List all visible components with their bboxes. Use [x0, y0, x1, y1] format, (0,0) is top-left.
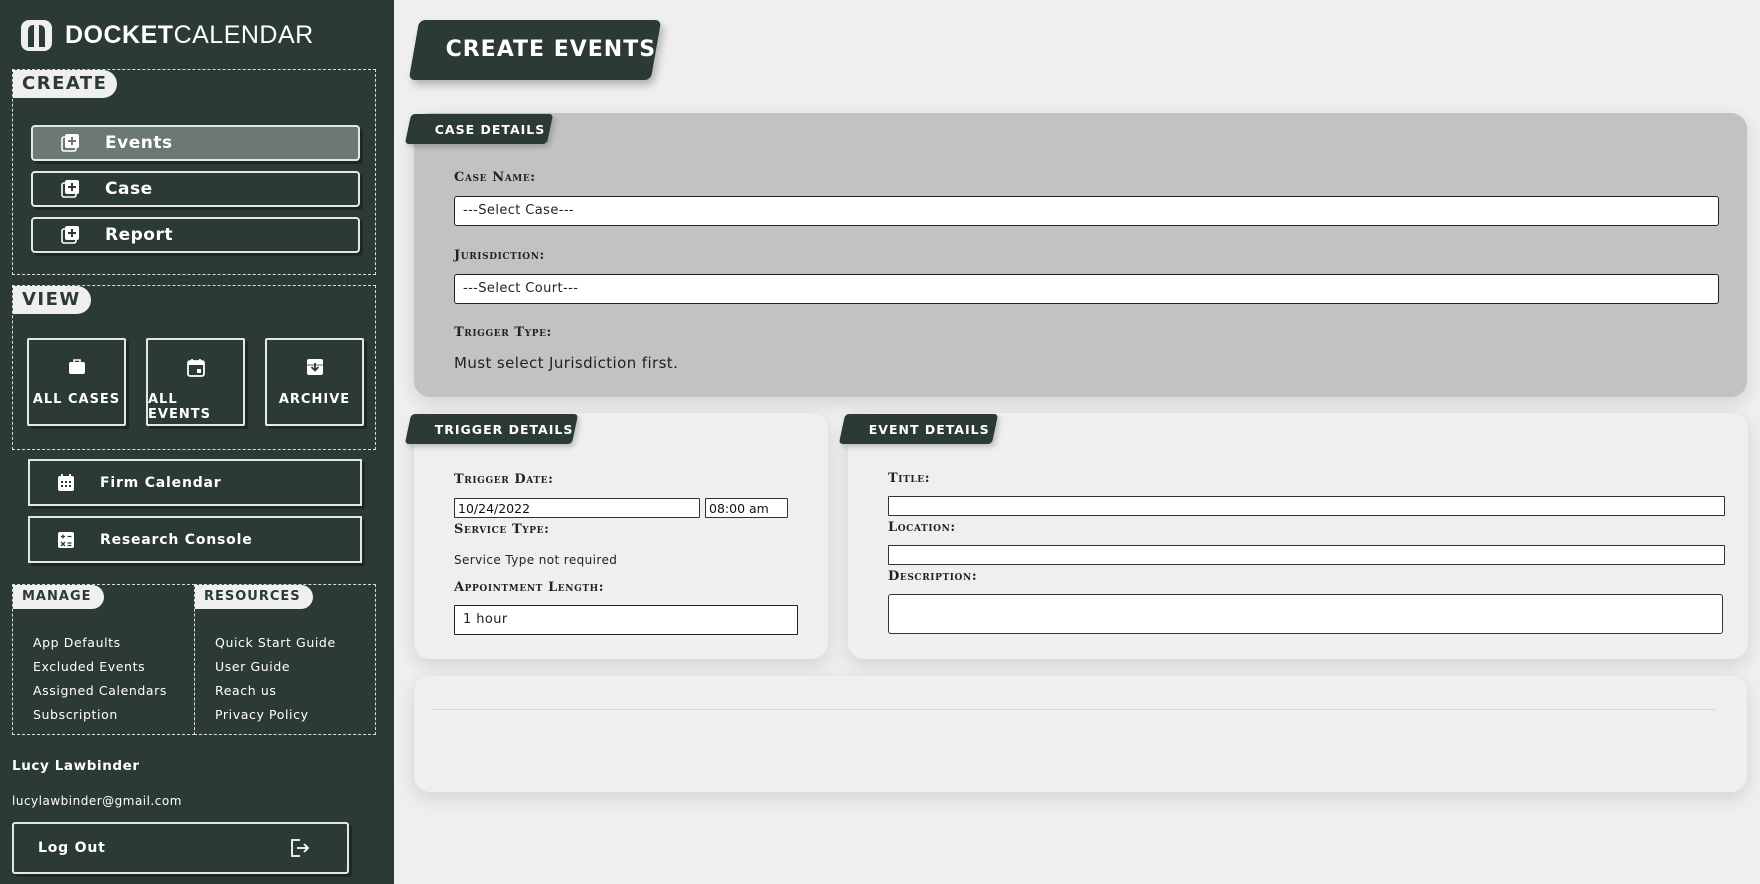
resources-section-title: RESOURCES — [195, 585, 313, 609]
manage-menu: App Defaults Excluded Events Assigned Ca… — [33, 635, 167, 722]
case-select[interactable]: ---Select Case--- — [454, 196, 1719, 226]
briefcase-icon — [68, 359, 85, 374]
sidebar: DOCKETCALENDAR CREATE Events Case Report… — [0, 0, 394, 884]
research-console-button[interactable]: Research Console — [28, 516, 362, 563]
research-console-label: Research Console — [100, 531, 253, 548]
view-all-cases-label: ALL CASES — [32, 392, 121, 407]
resources-menu: Quick Start Guide User Guide Reach us Pr… — [215, 635, 336, 722]
resources-reach-us-link[interactable]: Reach us — [215, 683, 336, 698]
trigger-time-input[interactable] — [705, 498, 788, 518]
trigger-date-label: Trigger Date: — [454, 472, 554, 487]
event-details-tab: EVENT DETAILS — [838, 414, 999, 444]
appointment-length-label: Appointment Length: — [454, 580, 605, 595]
create-report-button[interactable]: Report — [31, 217, 360, 253]
create-case-label: Case — [105, 179, 153, 199]
create-case-button[interactable]: Case — [31, 171, 360, 207]
create-report-label: Report — [105, 225, 173, 245]
event-description-input[interactable] — [888, 594, 1723, 634]
divider — [432, 709, 1715, 710]
trigger-type-label: Trigger Type: — [454, 325, 552, 340]
view-archive-button[interactable]: ARCHIVE — [265, 338, 364, 426]
trigger-details-tab-label: TRIGGER DETAILS — [434, 422, 574, 437]
manage-assigned-calendars-link[interactable]: Assigned Calendars — [33, 683, 167, 698]
calendar-grid-icon — [58, 473, 74, 491]
service-type-text: Service Type not required — [454, 553, 618, 567]
calendar-icon — [186, 359, 205, 377]
court-select[interactable]: ---Select Court--- — [454, 274, 1719, 304]
resources-section: RESOURCES Quick Start Guide User Guide R… — [194, 584, 376, 735]
view-all-events-label: ALL EVENTS — [148, 392, 211, 422]
create-events-label: Events — [105, 133, 173, 153]
resources-privacy-policy-link[interactable]: Privacy Policy — [215, 707, 336, 722]
event-location-input[interactable] — [888, 545, 1725, 565]
user-name: Lucy Lawbinder — [12, 758, 140, 774]
archive-icon — [306, 359, 323, 375]
brand-name: DOCKETCALENDAR — [65, 21, 314, 50]
manage-subscription-link[interactable]: Subscription — [33, 707, 167, 722]
logout-label: Log Out — [38, 840, 106, 856]
resources-quick-start-link[interactable]: Quick Start Guide — [215, 635, 336, 650]
add-box-icon — [61, 226, 79, 244]
manage-excluded-events-link[interactable]: Excluded Events — [33, 659, 167, 674]
firm-calendar-label: Firm Calendar — [100, 474, 222, 491]
view-archive-label: ARCHIVE — [278, 392, 351, 407]
add-box-icon — [61, 134, 79, 152]
view-all-events-button[interactable]: ALL EVENTS — [146, 338, 245, 426]
jurisdiction-label: Jurisdiction: — [454, 248, 545, 263]
view-section-title: VIEW — [13, 286, 91, 314]
brand[interactable]: DOCKETCALENDAR — [20, 18, 314, 52]
docket-logo-icon — [21, 19, 52, 51]
calculator-icon — [58, 531, 74, 548]
add-box-icon — [61, 180, 79, 198]
create-section-title: CREATE — [13, 70, 118, 98]
resources-user-guide-link[interactable]: User Guide — [215, 659, 336, 674]
firm-calendar-button[interactable]: Firm Calendar — [28, 459, 362, 506]
event-title-input[interactable] — [888, 496, 1725, 516]
create-events-button[interactable]: Events — [31, 125, 360, 161]
appointment-length-select[interactable]: 1 hour — [454, 605, 798, 635]
trigger-type-text: Must select Jurisdiction first. — [454, 354, 679, 372]
event-location-label: Location: — [888, 520, 956, 535]
case-name-label: Case Name: — [454, 170, 536, 185]
case-details-tab-label: CASE DETAILS — [434, 122, 546, 137]
event-description-label: Description: — [888, 569, 978, 584]
service-type-label: Service Type: — [454, 522, 550, 537]
user-email: lucylawbinder@gmail.com — [12, 794, 182, 808]
actions-panel — [414, 676, 1747, 792]
brand-name-bold: DOCKET — [65, 20, 174, 49]
trigger-date-input[interactable] — [454, 498, 700, 518]
brand-name-light: CALENDAR — [173, 20, 314, 49]
logout-icon — [291, 839, 310, 857]
manage-section: MANAGE App Defaults Excluded Events Assi… — [12, 584, 195, 735]
trigger-details-tab: TRIGGER DETAILS — [404, 414, 579, 444]
page-title-text: CREATE EVENTS — [445, 37, 657, 62]
manage-app-defaults-link[interactable]: App Defaults — [33, 635, 167, 650]
logout-button[interactable]: Log Out — [12, 822, 349, 874]
page-title: CREATE EVENTS — [408, 20, 662, 80]
case-details-tab: CASE DETAILS — [404, 114, 554, 144]
event-details-tab-label: EVENT DETAILS — [868, 422, 990, 437]
event-title-label: Title: — [888, 471, 931, 486]
view-all-cases-button[interactable]: ALL CASES — [27, 338, 126, 426]
manage-section-title: MANAGE — [13, 585, 104, 609]
